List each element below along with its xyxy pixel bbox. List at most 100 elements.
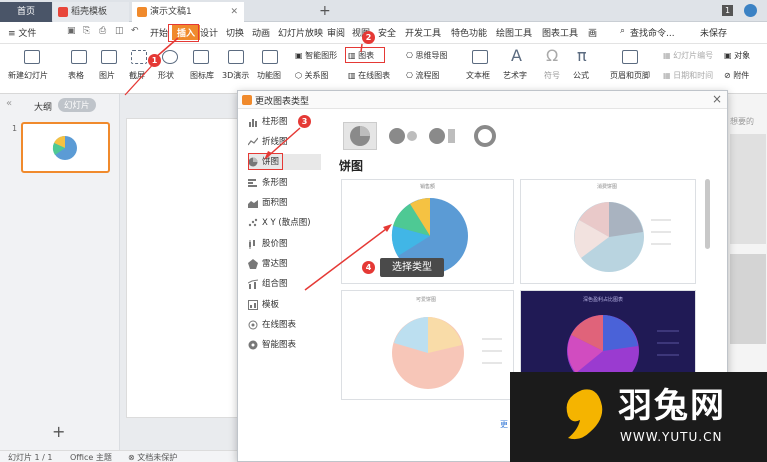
picture-icon (101, 50, 117, 64)
category-stock[interactable]: 股价图 (248, 236, 321, 252)
template-preview[interactable] (730, 134, 766, 244)
step-badge: 1 (148, 54, 161, 67)
function-button[interactable]: 功能图 (257, 70, 281, 81)
picture-button[interactable]: 图片 (99, 70, 115, 81)
menu-animation[interactable]: 动画 (252, 26, 270, 39)
outline-tab[interactable]: 大纲 (34, 100, 52, 113)
object-button[interactable]: ▣ 对象 (724, 50, 750, 61)
new-slide-button[interactable]: 新建幻灯片 (8, 70, 48, 81)
new-tab-button[interactable]: + (313, 1, 331, 21)
menu-start[interactable]: 开始 (150, 26, 168, 39)
slide-canvas[interactable] (126, 118, 246, 418)
menu-transition[interactable]: 切换 (226, 26, 244, 39)
shape-button[interactable]: 形状 (158, 70, 174, 81)
unsaved-status[interactable]: 未保存 (700, 26, 727, 39)
category-bar[interactable]: 条形图 (248, 175, 321, 191)
menu-design[interactable]: 设计 (200, 26, 218, 39)
menu-developer[interactable]: 开发工具 (405, 26, 441, 39)
slide-thumbnail[interactable] (21, 122, 110, 173)
step-badge: 4 (362, 261, 375, 274)
preview-icon[interactable]: ◫ (115, 26, 124, 36)
scatter-chart-icon (248, 218, 258, 227)
menu-chart-tools[interactable]: 图表工具 (542, 26, 578, 39)
subtype-doughnut[interactable] (468, 122, 502, 150)
avatar[interactable] (744, 4, 757, 17)
pie-preview (574, 202, 671, 272)
shape-icon (162, 50, 178, 64)
dialog-titlebar: 更改图表类型 × (238, 91, 727, 109)
category-line[interactable]: 折线图 (248, 134, 321, 150)
slide-number: 1 (12, 124, 18, 133)
close-tab-icon[interactable]: ✕ (230, 2, 238, 22)
iconlib-button[interactable]: 图标库 (190, 70, 214, 81)
thumbnail-pie (52, 135, 77, 160)
textbox-icon (472, 50, 488, 64)
add-slide-button[interactable]: + (52, 422, 65, 441)
menu-more[interactable]: 画 (588, 26, 597, 39)
undo-icon[interactable]: ↶ (131, 26, 139, 36)
subtype-pie[interactable] (343, 122, 377, 150)
pie-subtype-icon (350, 126, 370, 146)
menu-features[interactable]: 特色功能 (451, 26, 487, 39)
dialog-scrollbar[interactable] (705, 179, 710, 249)
table-button[interactable]: 表格 (68, 70, 84, 81)
category-combo[interactable]: 组合图 (248, 276, 321, 292)
template-icon (248, 300, 258, 310)
subtype-pie-of-pie[interactable] (386, 122, 420, 150)
attachment-button[interactable]: ⊘ 附件 (724, 70, 749, 81)
online-chart-button[interactable]: ▥ 在线图表 (348, 70, 390, 81)
slide-info: 幻灯片 1 / 1 (8, 453, 53, 462)
category-scatter[interactable]: X Y (散点图) (248, 215, 321, 231)
highlight-pie (248, 153, 283, 170)
search-command[interactable]: 查找命令... (630, 26, 675, 39)
slide-number-button[interactable]: ▦ 幻灯片编号 (663, 50, 713, 61)
bar-chart-icon (248, 179, 257, 187)
category-template[interactable]: 模板 (248, 297, 321, 313)
smartart-button[interactable]: ▣ 智能图形 (295, 50, 337, 61)
subtype-bar-of-pie[interactable] (426, 122, 460, 150)
tab-home[interactable]: 首页 (0, 2, 52, 22)
category-area[interactable]: 面积图 (248, 195, 321, 211)
menu-drawing-tools[interactable]: 绘图工具 (496, 26, 532, 39)
export-icon[interactable]: ⎘ (83, 26, 90, 36)
menu-security[interactable]: 安全 (378, 26, 396, 39)
save-icon[interactable]: ▣ (67, 26, 76, 36)
3d-icon (228, 50, 244, 64)
protect-status[interactable]: ⊗ 文档未保护 (128, 452, 177, 462)
step-badge: 2 (362, 31, 375, 44)
collapse-icon[interactable]: « (6, 98, 12, 109)
flowchart-button[interactable]: ⎔ 流程图 (406, 70, 440, 81)
watermark-name: 羽兔网 (618, 386, 726, 426)
search-icon: ⌕ (620, 26, 626, 36)
3d-button[interactable]: 3D演示 (222, 70, 249, 81)
screenshot-button[interactable]: 截屏 (129, 70, 145, 81)
category-online[interactable]: 在线图表 (248, 317, 321, 333)
tab-document[interactable]: 演示文稿1 ✕ (132, 2, 244, 22)
textbox-button[interactable]: 文本框 (466, 70, 490, 81)
relation-button[interactable]: ⬡ 关系图 (295, 70, 329, 81)
tab-template[interactable]: 稻壳模板 (53, 2, 129, 22)
chart-template-card[interactable]: 消费饼图 (520, 179, 696, 284)
slides-tab[interactable]: 幻灯片 (58, 98, 96, 112)
menu-review[interactable]: 审阅 (327, 26, 345, 39)
notification-badge[interactable]: 1 (722, 5, 733, 16)
category-radar[interactable]: 雷达图 (248, 256, 321, 272)
menu-slideshow[interactable]: 幻灯片放映 (278, 26, 323, 39)
chart-template-card[interactable]: 可爱饼图 (341, 290, 514, 400)
symbol-button[interactable]: 符号 (544, 70, 560, 81)
function-icon (262, 50, 278, 64)
more-link[interactable]: 更 (500, 419, 508, 430)
print-icon[interactable]: ⎙ (99, 26, 106, 36)
menu-file[interactable]: ≡ 文件 (8, 26, 36, 39)
datetime-button[interactable]: ▦ 日期和时间 (663, 70, 713, 81)
arttext-button[interactable]: 艺术字 (503, 70, 527, 81)
header-footer-button[interactable]: 页眉和页脚 (610, 70, 650, 81)
pie-of-pie-icon (389, 128, 417, 144)
dialog-close-button[interactable]: × (712, 92, 722, 106)
mindmap-button[interactable]: ⎔ 思维导图 (406, 50, 448, 61)
formula-button[interactable]: 公式 (573, 70, 589, 81)
menu-bar: ≡ 文件 ▣ ⎘ ⎙ ◫ ↶ 开始 插入 设计 切换 动画 幻灯片放映 审阅 视… (0, 22, 767, 44)
category-smart[interactable]: 智能图表 (248, 337, 321, 353)
template-preview[interactable] (730, 254, 766, 344)
yutu-logo-icon (566, 389, 603, 440)
